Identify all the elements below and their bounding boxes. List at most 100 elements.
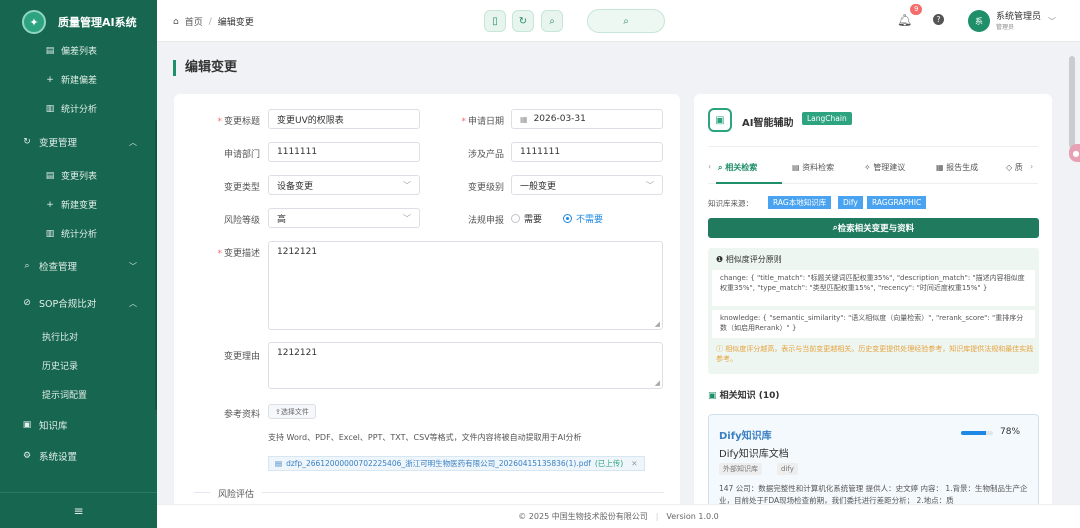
- footer: © 2025 中国生物技术股份有限公司 | Version 1.0.0: [157, 504, 1080, 528]
- reason-label: 变更理由: [223, 352, 260, 362]
- kb-source-dify[interactable]: Dify: [838, 196, 863, 209]
- floating-widget-icon[interactable]: ●: [1069, 144, 1080, 162]
- tab-related-search[interactable]: ⌕ 相关检索: [718, 162, 757, 173]
- tab-material-search[interactable]: ▤ 资料检索: [792, 162, 834, 173]
- report-radio-no[interactable]: 不需要: [563, 212, 603, 225]
- search-icon: ⌕: [623, 15, 629, 27]
- resize-handle-icon[interactable]: ◢: [655, 379, 660, 387]
- divider: [708, 146, 1038, 147]
- logo-icon: ✦: [22, 10, 46, 34]
- app-title: 质量管理AI系统: [58, 16, 137, 29]
- report-radio-yes[interactable]: 需要: [511, 212, 542, 225]
- breadcrumb-separator: /: [208, 16, 212, 27]
- chart-icon: ▥: [45, 228, 55, 239]
- close-icon[interactable]: ✕: [631, 459, 637, 468]
- tab-quality[interactable]: ◇ 质: [1006, 162, 1023, 173]
- sidebar-item-knowledge-base[interactable]: ▣ 知识库: [0, 409, 157, 440]
- similarity-principles: ❶ 相似度评分原则 change: { "title_match": "标题关键…: [708, 248, 1039, 374]
- sidebar-item-deviation-stats[interactable]: ▥ 统计分析: [0, 94, 157, 123]
- sidebar-item-new-change[interactable]: + 新建变更: [0, 190, 157, 219]
- sidebar-item-change-list[interactable]: ▤ 变更列表: [0, 161, 157, 190]
- risk-select[interactable]: 高 ﹀: [268, 208, 420, 228]
- file-status: (已上传): [594, 459, 624, 468]
- info-icon: ❶: [716, 255, 726, 264]
- sidebar-menu: ▤ 偏差列表 + 新建偏差 ▥ 统计分析 ↻ 变更管理 ︿ ▤ 变更列表 + 新建变更 ▥ 统计…: [0, 36, 157, 492]
- help-icon[interactable]: ?: [933, 14, 944, 25]
- top-header: ⌂ 首页 / 编辑变更 ▯ ↻ ⌕ ⌕ 🔔︎ 9 ? 系 系统管理员 管理员 ﹀: [157, 0, 1080, 42]
- reason-textarea[interactable]: 1212121 ◢: [268, 342, 663, 389]
- document-icon: ▤: [792, 163, 803, 172]
- type-label: 变更类型: [223, 183, 260, 193]
- result-source[interactable]: Dify知识库: [719, 427, 772, 442]
- level-label: 变更级别: [467, 183, 504, 193]
- sidebar-item-inspection[interactable]: ⌕ 检查管理 ﹀: [0, 248, 157, 284]
- breadcrumb-current: 编辑变更: [217, 18, 254, 28]
- similarity-progress: [961, 431, 993, 435]
- chevron-up-icon: ︿: [129, 298, 137, 308]
- sidebar-item-sop-compare[interactable]: ⊘ SOP合规比对 ︿: [0, 284, 157, 322]
- bell-icon: 🔔︎: [897, 13, 913, 27]
- sidebar-scrollbar[interactable]: [155, 120, 157, 410]
- chevron-right-icon[interactable]: ›: [1030, 162, 1033, 171]
- kb-source-raggraphic[interactable]: RAGGRAPHIC: [867, 196, 927, 209]
- kb-source-rag[interactable]: RAG本地知识库: [768, 196, 832, 209]
- desc-textarea[interactable]: 1212121 ◢: [268, 241, 663, 330]
- date-picker[interactable]: ▦ 2026-03-31: [511, 109, 663, 129]
- sidebar-item-prompt-config[interactable]: 提示词配置: [0, 380, 157, 409]
- tab-management-advice[interactable]: ✧ 管理建议: [864, 162, 905, 173]
- related-knowledge-title: ▣ 相关知识 (10): [708, 391, 780, 401]
- chevron-down-icon[interactable]: ﹀: [1048, 16, 1056, 27]
- search-related-button[interactable]: ⌕ 检索相关变更与资料: [708, 218, 1039, 238]
- upload-hint: 支持 Word、PDF、Excel、PPT、TXT、CSV等格式，文件内容将被自…: [268, 433, 582, 442]
- dept-label: 申请部门: [223, 150, 260, 160]
- file-name[interactable]: dzfp_26612000000702225406_浙江可明生物医药有限公司_2…: [286, 458, 591, 469]
- chevron-up-icon: ︿: [129, 137, 137, 147]
- sidebar-item-history[interactable]: 历史记录: [0, 351, 157, 380]
- book-icon: ▣: [708, 391, 720, 401]
- upload-button[interactable]: ⇪选择文件: [268, 404, 316, 419]
- document-button[interactable]: ▯: [484, 10, 506, 32]
- sidebar-item-change-stats[interactable]: ▥ 统计分析: [0, 219, 157, 248]
- sidebar-collapse-button[interactable]: ≡: [0, 492, 157, 528]
- date-label: * 申请日期: [461, 117, 504, 127]
- tab-report-generation[interactable]: ▦ 报告生成: [936, 162, 978, 173]
- product-input[interactable]: 1111111: [511, 142, 663, 162]
- sidebar-item-settings[interactable]: ⚙ 系统设置: [0, 440, 157, 471]
- level-select[interactable]: 一般变更 ﹀: [511, 175, 663, 195]
- dept-input[interactable]: 1111111: [268, 142, 420, 162]
- document-icon: ▤: [275, 459, 283, 468]
- list-icon: ▤: [45, 170, 55, 181]
- document-icon: ▯: [492, 15, 498, 27]
- search-button[interactable]: ⌕: [541, 10, 563, 32]
- kb-source-label: 知识库来源：: [708, 199, 753, 208]
- refresh-button[interactable]: ↻: [512, 10, 534, 32]
- type-select[interactable]: 设备变更 ﹀: [268, 175, 420, 195]
- bulb-icon: ✧: [864, 163, 874, 172]
- chevron-down-icon: ﹀: [403, 180, 411, 190]
- ref-label: 参考资料: [223, 410, 260, 420]
- sidebar-item-execute-compare[interactable]: 执行比对: [0, 322, 157, 351]
- plus-icon: +: [46, 74, 54, 85]
- similarity-change-rule: change: { "title_match": "标题关键词匹配权重35%",…: [712, 270, 1035, 306]
- sidebar-item-new-deviation[interactable]: + 新建偏差: [0, 65, 157, 94]
- uploaded-file[interactable]: ▤ dzfp_26612000000702225406_浙江可明生物医药有限公司…: [268, 456, 645, 471]
- copyright: © 2025 中国生物技术股份有限公司: [518, 512, 648, 521]
- chevron-left-icon[interactable]: ‹: [708, 162, 711, 171]
- plus-icon: +: [46, 199, 54, 210]
- sidebar-item-change-management[interactable]: ↻ 变更管理 ︿: [0, 123, 157, 161]
- chevron-down-icon: ﹀: [403, 213, 411, 223]
- title-input[interactable]: 变更UV的权限表: [268, 109, 420, 129]
- global-search[interactable]: ⌕: [587, 9, 665, 33]
- knowledge-result-card[interactable]: Dify知识库 78% Dify知识库文档 外部知识库 dify 147 公司：…: [708, 414, 1039, 514]
- sidebar: ▤ 偏差列表 + 新建偏差 ▥ 统计分析 ↻ 变更管理 ︿ ▤ 变更列表 + 新建变更 ▥ 统计…: [0, 0, 157, 528]
- avatar[interactable]: 系: [968, 10, 990, 32]
- result-title: Dify知识库文档: [719, 449, 789, 460]
- user-name[interactable]: 系统管理员: [996, 12, 1041, 22]
- version: Version 1.0.0: [666, 512, 719, 521]
- page-scrollbar[interactable]: [1069, 46, 1075, 486]
- breadcrumb-home[interactable]: 首页: [185, 15, 203, 28]
- scrollbar-thumb[interactable]: [1069, 56, 1075, 148]
- ai-title: AI智能辅助: [742, 118, 794, 129]
- notification-button[interactable]: 🔔︎: [897, 13, 912, 27]
- resize-handle-icon[interactable]: ◢: [655, 320, 660, 328]
